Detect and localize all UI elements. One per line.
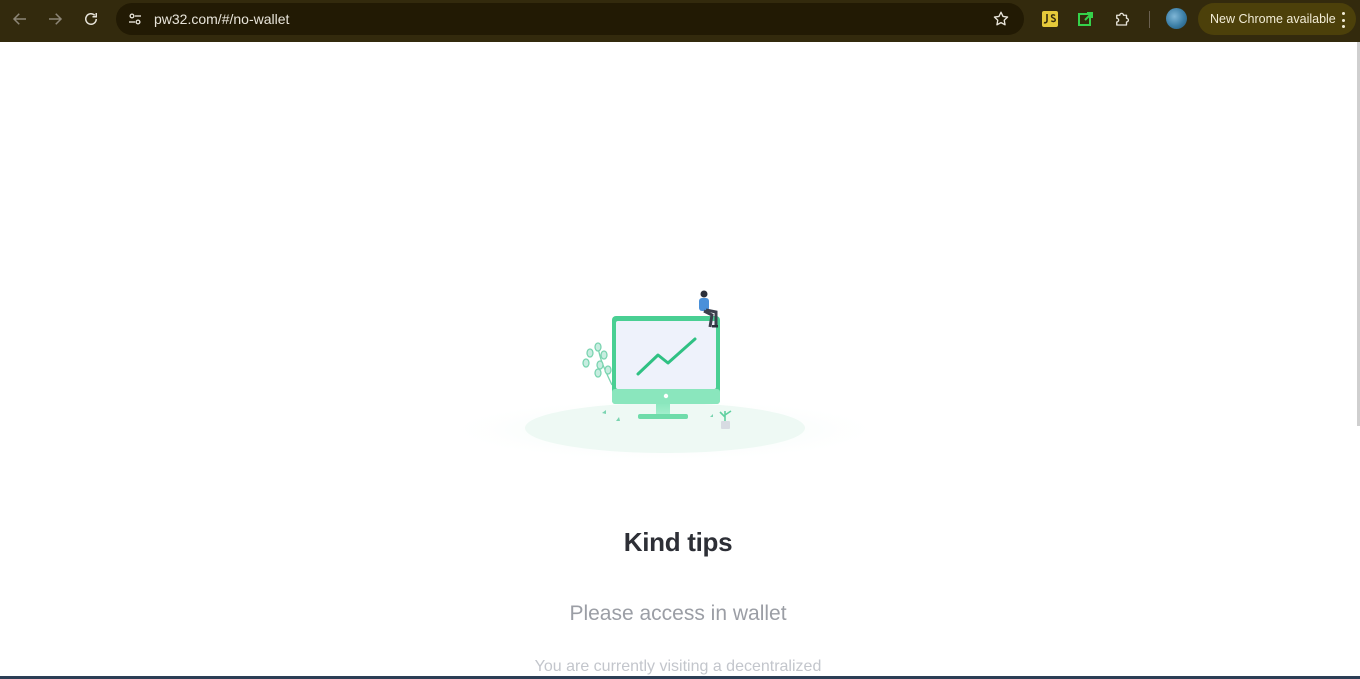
- avatar[interactable]: [1166, 8, 1187, 29]
- monitor-base: [638, 414, 688, 419]
- arrow-left-icon: [12, 13, 26, 25]
- plant-left: [582, 342, 613, 386]
- star-icon[interactable]: [992, 10, 1010, 28]
- extensions-button[interactable]: [1112, 9, 1132, 29]
- three-dots-icon[interactable]: [1340, 12, 1346, 28]
- arrow-right-icon: [49, 13, 63, 25]
- forward-button[interactable]: [41, 7, 69, 31]
- monitor-screen: [616, 321, 716, 389]
- new-chrome-button[interactable]: New Chrome available: [1198, 3, 1356, 35]
- url-text[interactable]: pw32.com/#/no-wallet: [154, 11, 289, 27]
- js-extension-icon: [1042, 11, 1058, 27]
- update-label: New Chrome available: [1210, 12, 1336, 26]
- back-button[interactable]: [6, 7, 34, 31]
- page-title: Kind tips: [623, 527, 733, 557]
- browser-toolbar: pw32.com/#/no-wallet New Chrome availabl…: [0, 0, 1360, 42]
- toolbar-separator: [1149, 11, 1150, 28]
- green-extension-button[interactable]: [1076, 9, 1096, 29]
- js-extension-button[interactable]: [1040, 9, 1060, 29]
- monitor-button: [663, 393, 669, 399]
- page-description: You are currently visiting a decentraliz…: [534, 658, 822, 675]
- reload-icon: [85, 13, 97, 25]
- puzzle-icon: [1116, 12, 1130, 26]
- page-subtitle: Please access in wallet: [569, 602, 787, 625]
- no-wallet-illustration: [440, 290, 890, 462]
- address-bar[interactable]: pw32.com/#/no-wallet: [116, 3, 1024, 35]
- reload-button[interactable]: [77, 7, 105, 31]
- tune-icon: [129, 13, 141, 25]
- green-extension-icon: [1078, 12, 1093, 26]
- site-info-button[interactable]: [124, 8, 146, 30]
